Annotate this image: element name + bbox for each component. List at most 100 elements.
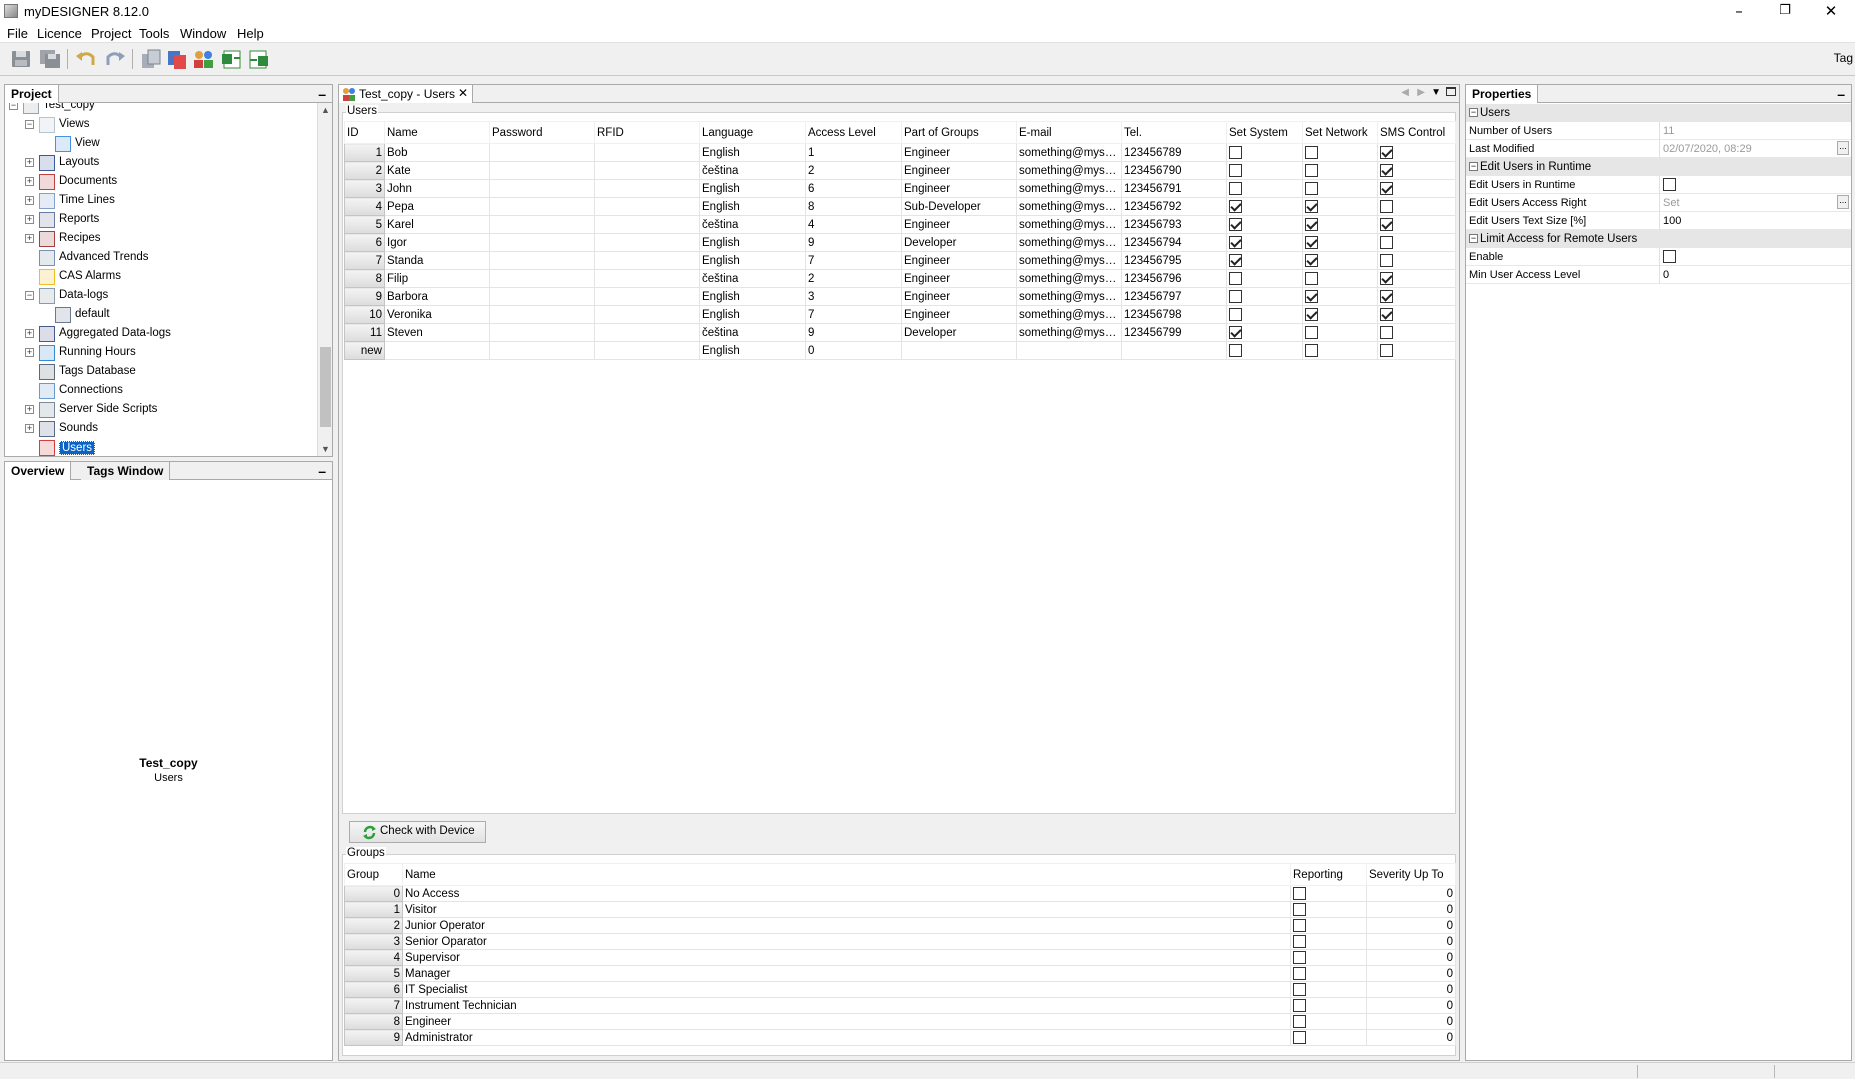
- cell-tel[interactable]: 123456799: [1121, 323, 1227, 342]
- checkbox[interactable]: [1229, 146, 1242, 159]
- cell-groups[interactable]: Engineer: [901, 215, 1017, 234]
- row-header[interactable]: new: [344, 341, 385, 360]
- redo-icon[interactable]: [103, 48, 127, 70]
- row-header[interactable]: 4: [344, 197, 385, 216]
- checkbox[interactable]: [1293, 935, 1306, 948]
- cell-name[interactable]: No Access: [402, 885, 1291, 902]
- cell-language[interactable]: English: [699, 179, 806, 198]
- cell-language[interactable]: čeština: [699, 215, 806, 234]
- checkbox[interactable]: [1229, 326, 1242, 339]
- checkbox[interactable]: [1229, 272, 1242, 285]
- tab-list-icon[interactable]: ▼: [1431, 87, 1441, 98]
- property-category[interactable]: − Limit Access for Remote Users: [1466, 230, 1851, 248]
- cell-password[interactable]: [489, 305, 595, 324]
- table-row[interactable]: new English 0: [344, 341, 1456, 360]
- undo-icon[interactable]: [74, 48, 98, 70]
- cell-rfid[interactable]: [594, 179, 700, 198]
- cell-rfid[interactable]: [594, 341, 700, 360]
- checkbox[interactable]: [1380, 308, 1393, 321]
- table-row[interactable]: 1 Visitor 0: [344, 901, 1456, 918]
- table-row[interactable]: 4 Supervisor 0: [344, 949, 1456, 966]
- cell-name[interactable]: Senior Oparator: [402, 933, 1291, 950]
- cell-rfid[interactable]: [594, 323, 700, 342]
- cell-email[interactable]: something@mysca...: [1016, 251, 1122, 270]
- table-row[interactable]: 2 Junior Operator 0: [344, 917, 1456, 934]
- cell-language[interactable]: English: [699, 251, 806, 270]
- column-header-set-network[interactable]: Set Network: [1302, 121, 1378, 144]
- cell-severity[interactable]: 0: [1366, 917, 1456, 934]
- checkbox[interactable]: [1663, 250, 1676, 263]
- expand-icon[interactable]: +: [25, 215, 34, 224]
- table-row[interactable]: 7 Standa English 7 Engineer something@mysca..…: [344, 251, 1456, 270]
- cell-email[interactable]: something@mysca...: [1016, 287, 1122, 306]
- cell-rfid[interactable]: [594, 269, 700, 288]
- cell-groups[interactable]: Engineer: [901, 161, 1017, 180]
- cell-severity[interactable]: 0: [1366, 885, 1456, 902]
- cell-tel[interactable]: 123456789: [1121, 143, 1227, 162]
- cell-name[interactable]: Engineer: [402, 1013, 1291, 1030]
- cell-access[interactable]: 1: [805, 143, 902, 162]
- column-header-rfid[interactable]: RFID: [594, 121, 700, 144]
- row-header[interactable]: 3: [344, 179, 385, 198]
- table-row[interactable]: 10 Veronika English 7 Engineer something@mysc…: [344, 305, 1456, 324]
- checkbox[interactable]: [1305, 272, 1318, 285]
- row-header[interactable]: 1: [344, 143, 385, 162]
- checkbox[interactable]: [1380, 200, 1393, 213]
- checkbox[interactable]: [1293, 999, 1306, 1012]
- cell-access[interactable]: 8: [805, 197, 902, 216]
- cell-access[interactable]: 6: [805, 179, 902, 198]
- cell-groups[interactable]: Engineer: [901, 251, 1017, 270]
- menu-project[interactable]: Project: [91, 26, 131, 41]
- cell-name[interactable]: Pepa: [384, 197, 490, 216]
- tab-properties[interactable]: Properties: [1466, 85, 1539, 103]
- cell-email[interactable]: something@mysca...: [1016, 215, 1122, 234]
- row-header[interactable]: 7: [344, 251, 385, 270]
- cell-password[interactable]: [489, 215, 595, 234]
- checkbox[interactable]: [1305, 308, 1318, 321]
- minimize-panel-icon[interactable]: –: [318, 86, 326, 102]
- property-value[interactable]: 02/07/2020, 08:29: [1663, 143, 1752, 155]
- row-header[interactable]: 8: [344, 1013, 403, 1030]
- cell-language[interactable]: English: [699, 305, 806, 324]
- row-header[interactable]: 9: [344, 1029, 403, 1046]
- checkbox[interactable]: [1380, 182, 1393, 195]
- expand-icon[interactable]: +: [25, 234, 34, 243]
- row-header[interactable]: 11: [344, 323, 385, 342]
- table-row[interactable]: 1 Bob English 1 Engineer something@mysca... 12…: [344, 143, 1456, 162]
- collapse-icon[interactable]: −: [1469, 234, 1478, 243]
- cell-access[interactable]: 9: [805, 233, 902, 252]
- cell-tel[interactable]: 123456798: [1121, 305, 1227, 324]
- checkbox[interactable]: [1305, 344, 1318, 357]
- cell-access[interactable]: 2: [805, 269, 902, 288]
- cell-access[interactable]: 7: [805, 305, 902, 324]
- close-icon[interactable]: ✕: [1808, 0, 1854, 24]
- expand-icon[interactable]: +: [25, 177, 34, 186]
- cell-rfid[interactable]: [594, 143, 700, 162]
- checkbox[interactable]: [1229, 164, 1242, 177]
- checkbox[interactable]: [1229, 218, 1242, 231]
- column-header-e-mail[interactable]: E-mail: [1016, 121, 1122, 144]
- property-row[interactable]: Enable: [1466, 248, 1851, 266]
- checkbox[interactable]: [1229, 236, 1242, 249]
- column-header-id[interactable]: ID: [344, 121, 385, 144]
- users-toolbar-icon[interactable]: [192, 48, 216, 70]
- row-header[interactable]: 9: [344, 287, 385, 306]
- tab-test-copy-users[interactable]: Test_copy - Users ✕: [339, 85, 473, 103]
- table-row[interactable]: 2 Kate čeština 2 Engineer something@mysca... 1…: [344, 161, 1456, 180]
- cell-language[interactable]: English: [699, 341, 806, 360]
- row-header[interactable]: 5: [344, 965, 403, 982]
- cell-name[interactable]: Instrument Technician: [402, 997, 1291, 1014]
- checkbox[interactable]: [1293, 951, 1306, 964]
- cell-name[interactable]: Bob: [384, 143, 490, 162]
- cell-language[interactable]: English: [699, 233, 806, 252]
- table-row[interactable]: 5 Karel čeština 4 Engineer something@mysca...…: [344, 215, 1456, 234]
- cell-password[interactable]: [489, 143, 595, 162]
- property-category[interactable]: − Users: [1466, 104, 1851, 122]
- cell-rfid[interactable]: [594, 287, 700, 306]
- cell-email[interactable]: something@mysca...: [1016, 143, 1122, 162]
- checkbox[interactable]: [1305, 290, 1318, 303]
- property-value[interactable]: 11: [1663, 125, 1674, 137]
- cell-tel[interactable]: 123456790: [1121, 161, 1227, 180]
- minimize-icon[interactable]: –: [1716, 0, 1762, 24]
- close-tab-icon[interactable]: ✕: [458, 86, 468, 100]
